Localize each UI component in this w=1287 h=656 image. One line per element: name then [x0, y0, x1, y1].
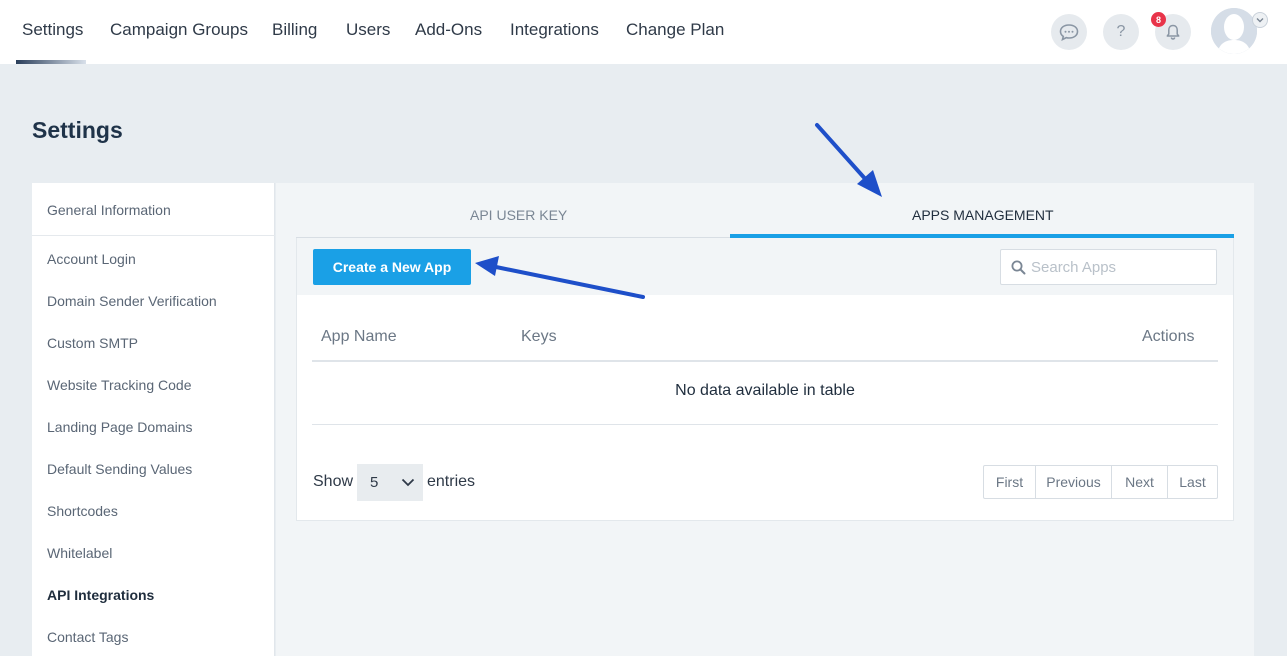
- chevron-down-icon: [401, 478, 415, 487]
- page-size-select[interactable]: 5: [357, 464, 423, 501]
- active-nav-indicator: [16, 60, 86, 64]
- help-button[interactable]: ?: [1103, 14, 1139, 50]
- sidebar-item-whitelabel[interactable]: Whitelabel: [47, 545, 112, 561]
- nav-integrations[interactable]: Integrations: [510, 20, 599, 40]
- sidebar-item-custom-smtp[interactable]: Custom SMTP: [47, 335, 138, 351]
- tab-apps-management[interactable]: APPS MANAGEMENT: [912, 207, 1054, 223]
- column-header-actions: Actions: [1142, 328, 1195, 345]
- empty-table-message: No data available in table: [675, 382, 855, 399]
- main-panel: API USER KEY APPS MANAGEMENT Create a Ne…: [276, 183, 1254, 656]
- avatar-silhouette-icon: [1211, 8, 1257, 54]
- pagination-next-button[interactable]: Next: [1112, 466, 1168, 498]
- tab-api-user-key[interactable]: API USER KEY: [470, 207, 567, 223]
- nav-change-plan[interactable]: Change Plan: [626, 20, 724, 40]
- settings-sidebar: General Information Account Login Domain…: [32, 183, 275, 656]
- sidebar-item-contact-tags[interactable]: Contact Tags: [47, 629, 128, 645]
- page-title: Settings: [32, 117, 123, 143]
- search-icon: [1011, 260, 1026, 275]
- notification-count-badge: 8: [1151, 12, 1166, 27]
- page-size-value: 5: [370, 474, 379, 491]
- sidebar-item-shortcodes[interactable]: Shortcodes: [47, 503, 118, 519]
- show-label: Show: [313, 473, 354, 490]
- column-header-keys[interactable]: Keys: [521, 328, 557, 346]
- pagination-last-button[interactable]: Last: [1168, 466, 1217, 498]
- table-row-divider: [312, 424, 1218, 425]
- sidebar-item-account-login[interactable]: Account Login: [47, 251, 136, 267]
- create-new-app-button[interactable]: Create a New App: [313, 249, 471, 285]
- pagination: First Previous Next Last: [983, 465, 1218, 499]
- top-navigation: Settings Campaign Groups Billing Users A…: [0, 0, 1287, 64]
- search-apps-box: [1000, 249, 1217, 285]
- sidebar-item-website-tracking-code[interactable]: Website Tracking Code: [47, 377, 191, 393]
- nav-add-ons[interactable]: Add-Ons: [415, 20, 482, 40]
- search-apps-input[interactable]: [1031, 250, 1213, 284]
- sidebar-item-general-information[interactable]: General Information: [47, 202, 171, 218]
- chevron-down-icon: [1256, 18, 1264, 23]
- sidebar-divider: [32, 235, 275, 236]
- account-menu-toggle[interactable]: [1252, 12, 1268, 28]
- nav-billing[interactable]: Billing: [272, 20, 317, 40]
- sidebar-item-landing-page-domains[interactable]: Landing Page Domains: [47, 419, 193, 435]
- table-toolbar: Create a New App: [297, 238, 1233, 295]
- sidebar-item-default-sending-values[interactable]: Default Sending Values: [47, 461, 192, 477]
- pagination-first-button[interactable]: First: [984, 466, 1036, 498]
- nav-settings[interactable]: Settings: [22, 20, 83, 40]
- user-avatar[interactable]: [1211, 8, 1257, 54]
- pagination-previous-button[interactable]: Previous: [1036, 466, 1112, 498]
- bell-icon: [1166, 24, 1180, 40]
- nav-campaign-groups[interactable]: Campaign Groups: [110, 20, 248, 40]
- sidebar-item-api-integrations[interactable]: API Integrations: [47, 587, 154, 603]
- column-header-app-name[interactable]: App Name: [321, 328, 397, 346]
- chat-button[interactable]: [1051, 14, 1087, 50]
- nav-users[interactable]: Users: [346, 20, 390, 40]
- apps-table-panel: Create a New App App Name Keys Actions N…: [296, 238, 1234, 521]
- help-icon: ?: [1116, 23, 1126, 40]
- chat-icon: [1059, 24, 1079, 42]
- entries-label: entries: [427, 473, 476, 490]
- table-header-divider: [312, 360, 1218, 362]
- sidebar-item-domain-sender-verification[interactable]: Domain Sender Verification: [47, 293, 217, 309]
